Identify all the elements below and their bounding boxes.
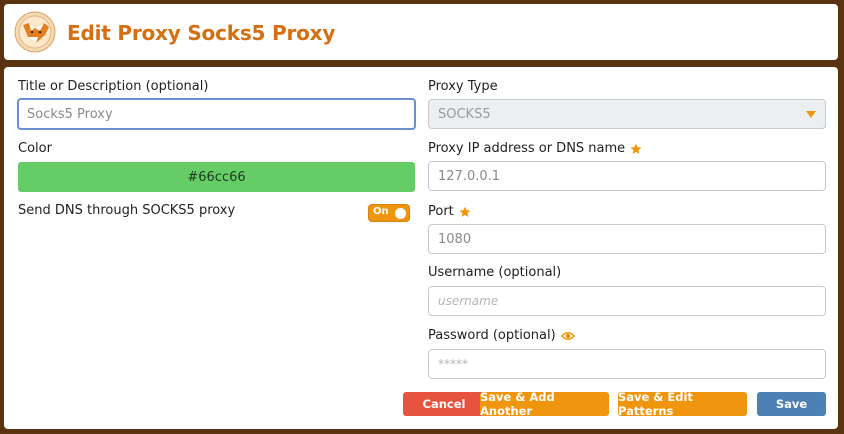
dns-toggle[interactable]: On <box>368 204 410 222</box>
password-placeholder: ***** <box>438 357 468 371</box>
cancel-button[interactable]: Cancel <box>403 392 485 416</box>
username-label: Username (optional) <box>428 265 562 280</box>
color-picker[interactable]: #66cc66 <box>18 162 415 192</box>
title-label: Title or Description (optional) <box>18 79 209 94</box>
page-title: Edit Proxy Socks5 Proxy <box>67 21 336 45</box>
save-button[interactable]: Save <box>757 392 826 416</box>
username-placeholder: username <box>438 294 499 308</box>
ip-label-text: Proxy IP address or DNS name <box>428 141 626 156</box>
password-label-text: Password (optional) <box>428 328 556 343</box>
save-edit-patterns-button[interactable]: Save & Edit Patterns <box>618 390 747 418</box>
eye-icon[interactable] <box>560 330 575 342</box>
required-star-icon <box>630 143 642 154</box>
port-input[interactable]: 1080 <box>428 224 826 254</box>
color-value: #66cc66 <box>187 169 246 185</box>
save-add-another-button[interactable]: Save & Add Another <box>480 390 609 418</box>
password-label: Password (optional) <box>428 328 575 343</box>
page-header: Edit Proxy Socks5 Proxy <box>4 4 838 60</box>
proxy-type-label: Proxy Type <box>428 79 498 94</box>
proxy-form-panel: Title or Description (optional) Socks5 P… <box>4 67 838 429</box>
proxy-type-select[interactable]: SOCKS5 <box>428 99 826 129</box>
title-input-value: Socks5 Proxy <box>27 106 113 122</box>
foxyproxy-fox-icon <box>14 11 56 53</box>
dns-toggle-label: On <box>373 206 389 217</box>
proxy-type-value: SOCKS5 <box>438 106 491 122</box>
toggle-knob <box>395 208 406 219</box>
port-label: Port <box>428 204 471 219</box>
port-label-text: Port <box>428 204 454 219</box>
chevron-down-icon <box>806 111 816 118</box>
ip-label: Proxy IP address or DNS name <box>428 141 642 156</box>
username-input[interactable]: username <box>428 286 826 316</box>
required-star-icon <box>459 206 471 217</box>
password-input[interactable]: ***** <box>428 349 826 379</box>
ip-input-value: 127.0.0.1 <box>438 168 501 184</box>
port-input-value: 1080 <box>438 231 472 247</box>
ip-input[interactable]: 127.0.0.1 <box>428 161 826 191</box>
dns-label: Send DNS through SOCKS5 proxy <box>18 203 236 218</box>
color-label: Color <box>18 141 52 156</box>
title-input[interactable]: Socks5 Proxy <box>17 98 416 130</box>
